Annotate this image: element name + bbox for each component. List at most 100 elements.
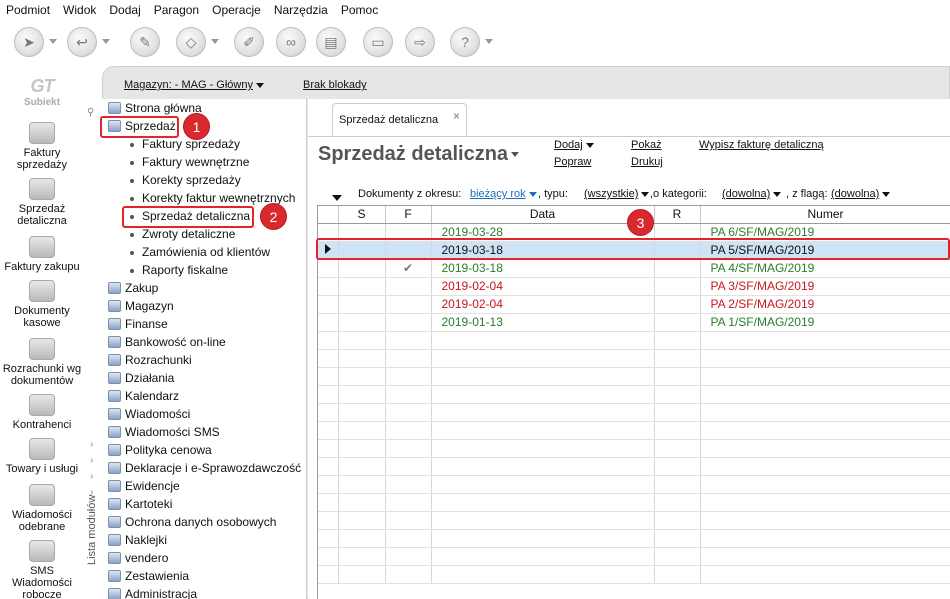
leftbar-sms[interactable]: SMS Wiadomości robocze [0, 540, 84, 599]
tree-sub-internal-invoices[interactable]: Faktury wewnętrzne [130, 153, 249, 171]
table-row[interactable]: ✔ 2019-03-18 PA 4/SF/MAG/2019 [318, 259, 950, 278]
tree-item-online-banking[interactable]: Bankowość on-line [108, 333, 226, 351]
flag-selector[interactable]: (dowolna) [831, 188, 891, 200]
leftbar-messages[interactable]: Wiadomości odebrane [0, 484, 84, 533]
leftbar-contractors[interactable]: Kontrahenci [0, 394, 84, 431]
cash-documents-icon [29, 280, 55, 302]
link-icon[interactable]: ∞ [276, 27, 306, 57]
table-row[interactable]: 2019-02-04 PA 3/SF/MAG/2019 [318, 277, 950, 296]
receive-icon[interactable]: ↩ [67, 27, 97, 57]
column-number[interactable]: Numer [700, 206, 950, 224]
tree-item-records[interactable]: Ewidencje [108, 477, 180, 495]
page-title[interactable]: Sprzedaż detaliczna [318, 143, 520, 166]
stamp-icon[interactable]: ✎ [130, 27, 160, 57]
flag-label: , z flagą: [786, 188, 828, 200]
tree-item-data-protection[interactable]: Ochrona danych osobowych [108, 513, 276, 531]
tree-item-reports[interactable]: Zestawienia [108, 567, 189, 585]
menu-narzedzia[interactable]: Narzędzia [274, 3, 328, 17]
column-s[interactable]: S [338, 206, 386, 224]
tree-sub-sales-corrections[interactable]: Korekty sprzedaży [130, 171, 241, 189]
tree-item-pricing[interactable]: Polityka cenowa [108, 441, 212, 459]
empty-row [318, 547, 950, 566]
tree-sub-customer-orders[interactable]: Zamówienia od klientów [130, 243, 270, 261]
warehouse-selector[interactable]: Magazyn: - MAG - Główny [124, 79, 264, 91]
leftbar-retail-sales[interactable]: Sprzedaż detaliczna [0, 178, 84, 227]
tree-item-messages[interactable]: Wiadomości [108, 405, 190, 423]
leftbar-settlements[interactable]: Rozrachunki wg dokumentów [0, 338, 84, 387]
show-button[interactable]: Pokaż [631, 139, 662, 151]
tree-item-cards[interactable]: Kartoteki [108, 495, 172, 513]
cell-date: 2019-01-13 [431, 313, 655, 332]
close-icon[interactable]: × [453, 109, 460, 123]
correct-button[interactable]: Popraw [554, 156, 591, 168]
add-button[interactable]: Dodaj [554, 139, 594, 151]
edit-icon[interactable]: ✐ [234, 27, 264, 57]
row-marker [318, 277, 339, 296]
leftbar-sales-invoices[interactable]: Faktury sprzedaży [0, 122, 84, 171]
collapse-arrow-icon[interactable] [332, 192, 350, 204]
documents-grid: S F Data R Numer 2019-03-28 PA 6/SF/MAG/2… [317, 205, 950, 599]
leftbar-cash-documents[interactable]: Dokumenty kasowe [0, 280, 84, 329]
messages-icon [108, 408, 121, 420]
menu-widok[interactable]: Widok [63, 3, 96, 17]
chevron-down-icon[interactable] [102, 39, 110, 44]
empty-row [318, 511, 950, 530]
tree-item-warehouse[interactable]: Magazyn [108, 297, 174, 315]
menu-pomoc[interactable]: Pomoc [341, 3, 378, 17]
row-marker [318, 295, 339, 314]
tree-item-labels[interactable]: Naklejki [108, 531, 167, 549]
send-icon[interactable]: ➤ [14, 27, 44, 57]
cell-date: 2019-02-04 [431, 277, 655, 296]
tree-item-home[interactable]: Strona główna [108, 99, 202, 117]
tree-item-actions[interactable]: Działania [108, 369, 174, 387]
issue-invoice-button[interactable]: Wypisz fakturę detaliczną [699, 139, 824, 151]
table-row[interactable]: 2019-02-04 PA 2/SF/MAG/2019 [318, 295, 950, 314]
tree-item-administration[interactable]: Administracja [108, 585, 197, 599]
menu-dodaj[interactable]: Dodaj [109, 3, 140, 17]
tree-item-finance[interactable]: Finanse [108, 315, 168, 333]
column-r[interactable]: R [654, 206, 701, 224]
cell-f: ✔ [385, 259, 432, 278]
print-button[interactable]: Drukuj [631, 156, 663, 168]
cell-r [654, 295, 701, 314]
leftbar-goods[interactable]: Towary i usługi [0, 438, 84, 475]
cell-date: 2019-03-18 [431, 259, 655, 278]
export-icon[interactable]: ⇨ [405, 27, 435, 57]
empty-row [318, 367, 950, 386]
tree-item-settlements[interactable]: Rozrachunki [108, 351, 192, 369]
tree-sub-fiscal-reports[interactable]: Raporty fiskalne [130, 261, 228, 279]
printer-icon[interactable]: ▤ [316, 27, 346, 57]
menu-operacje[interactable]: Operacje [212, 3, 261, 17]
pin-icon[interactable]: ⚲ [87, 107, 94, 118]
tab-retail-sales[interactable]: Sprzedaż detaliczna × [332, 103, 467, 136]
help-icon[interactable]: ? [450, 27, 480, 57]
chevron-right-icon[interactable]: › [90, 439, 93, 450]
tree-item-sms[interactable]: Wiadomości SMS [108, 423, 220, 441]
chevron-down-icon[interactable] [485, 39, 493, 44]
column-date[interactable]: Data [431, 206, 655, 224]
goods-icon [29, 438, 55, 460]
chevron-down-icon[interactable] [49, 39, 57, 44]
column-f[interactable]: F [385, 206, 432, 224]
eraser-icon[interactable]: ◇ [176, 27, 206, 57]
warehouse-icon [108, 300, 121, 312]
category-selector[interactable]: (dowolna) [722, 188, 782, 200]
tree-item-vendero[interactable]: vendero [108, 549, 168, 567]
sms-icon [29, 540, 55, 562]
type-selector[interactable]: (wszystkie) [584, 188, 650, 200]
table-row[interactable]: 2019-01-13 PA 1/SF/MAG/2019 [318, 313, 950, 332]
chevron-down-icon[interactable] [211, 39, 219, 44]
module-list-strip: ⚲ › › › › Lista modułów [84, 99, 100, 599]
lock-status-link[interactable]: Brak blokady [303, 79, 367, 91]
document-icon[interactable]: ▭ [363, 27, 393, 57]
bank-icon [108, 336, 121, 348]
tree-item-declarations[interactable]: Deklaracje i e-Sprawozdawczość [108, 459, 301, 477]
invoices-icon [29, 122, 55, 144]
menu-paragon[interactable]: Paragon [154, 3, 199, 17]
menu-podmiot[interactable]: Podmiot [6, 3, 50, 17]
tree-item-purchase[interactable]: Zakup [108, 279, 158, 297]
period-selector[interactable]: bieżący rok [470, 188, 537, 200]
data-protection-icon [108, 516, 121, 528]
tree-item-calendar[interactable]: Kalendarz [108, 387, 179, 405]
leftbar-purchase-invoices[interactable]: Faktury zakupu [0, 236, 84, 273]
